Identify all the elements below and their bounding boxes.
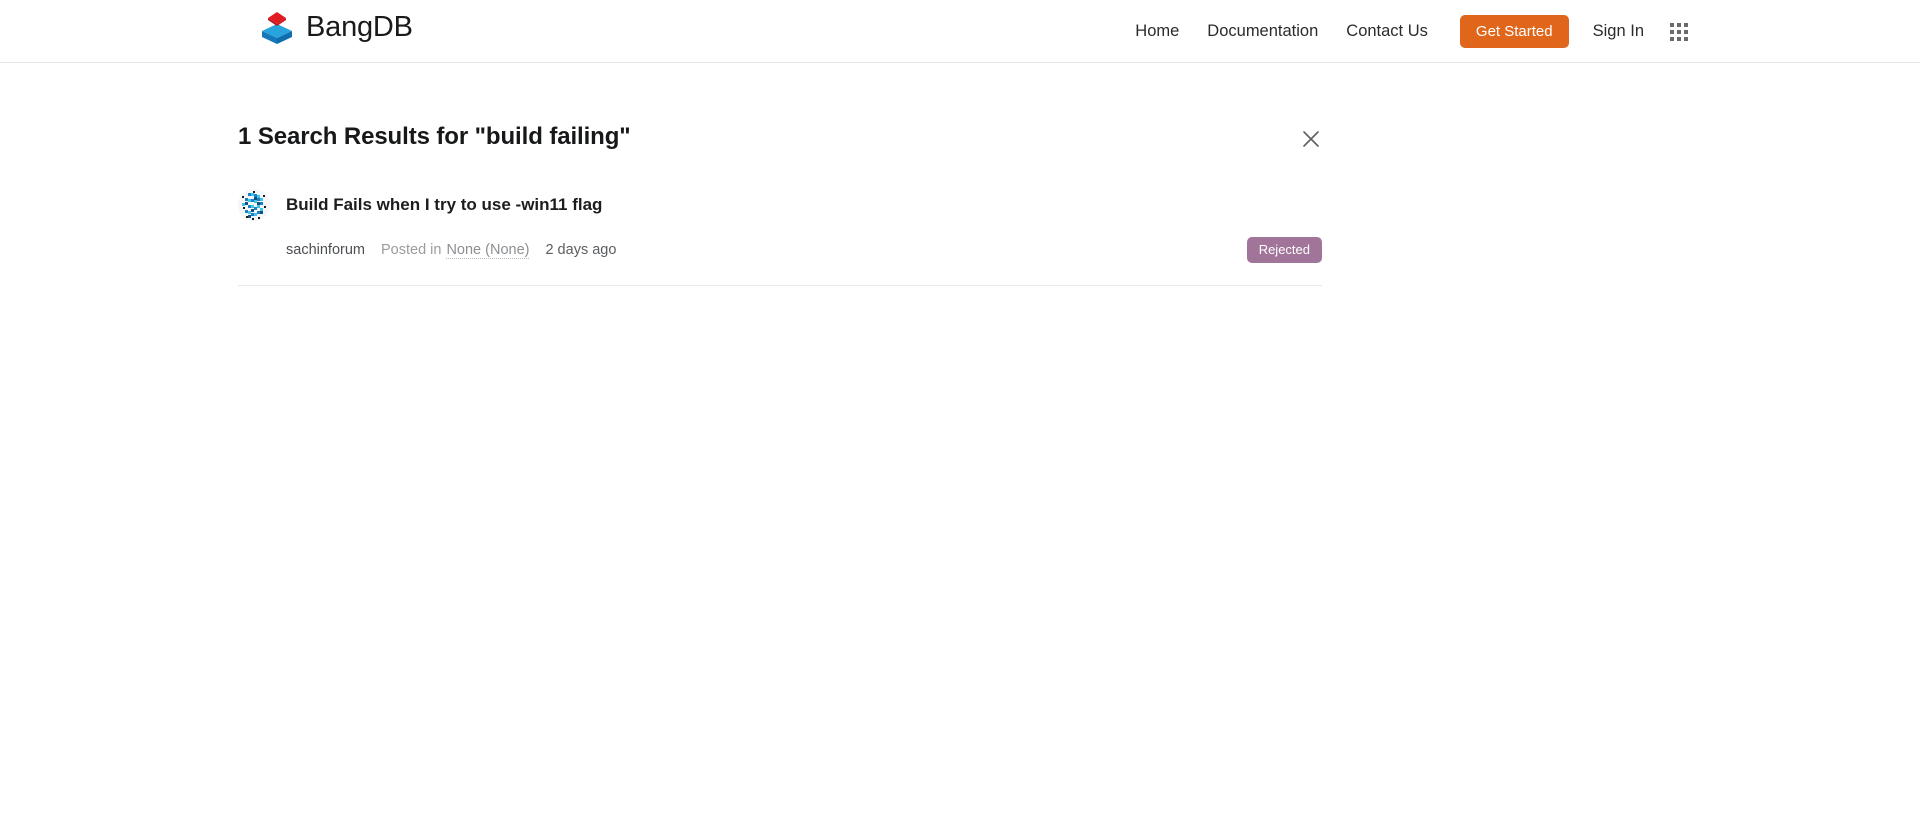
posted-in-label: Posted in bbox=[380, 242, 442, 258]
page-title: 1 Search Results for "build failing" bbox=[238, 123, 631, 150]
result-author[interactable]: sachinforum bbox=[286, 242, 365, 258]
sign-in-link[interactable]: Sign In bbox=[1581, 22, 1656, 41]
nav-link-documentation[interactable]: Documentation bbox=[1193, 23, 1332, 40]
apps-grid-dot bbox=[1670, 22, 1674, 27]
result-timestamp: 2 days ago bbox=[545, 242, 617, 258]
user-identicon-avatar bbox=[238, 189, 270, 221]
search-results-header: 1 Search Results for "build failing" bbox=[238, 122, 1322, 152]
brand-name: BangDB bbox=[306, 10, 413, 43]
search-results-page: 1 Search Results for "build failing" Bui… bbox=[0, 63, 1920, 286]
search-results-container: 1 Search Results for "build failing" Bui… bbox=[238, 122, 1322, 286]
apps-grid-dot bbox=[1670, 29, 1674, 34]
result-category-link[interactable]: None (None) bbox=[446, 242, 530, 259]
bangdb-cube-logo-icon bbox=[258, 8, 296, 46]
nav-link-contact-us[interactable]: Contact Us bbox=[1332, 23, 1442, 40]
apps-grid-dot bbox=[1684, 22, 1688, 27]
close-search-button[interactable] bbox=[1298, 126, 1324, 152]
apps-grid-dot bbox=[1684, 36, 1688, 41]
get-started-button[interactable]: Get Started bbox=[1459, 15, 1569, 48]
search-result-title[interactable]: Build Fails when I try to use -win11 fla… bbox=[286, 194, 602, 216]
apps-grid-dot bbox=[1670, 36, 1674, 41]
apps-grid-icon[interactable] bbox=[1670, 22, 1688, 41]
site-header: BangDB Home Documentation Contact Us Get… bbox=[0, 0, 1920, 63]
status-badge: Rejected bbox=[1246, 237, 1322, 263]
search-result-row[interactable]: Build Fails when I try to use -win11 fla… bbox=[238, 189, 1322, 286]
search-result-main: Build Fails when I try to use -win11 fla… bbox=[238, 189, 1322, 221]
close-icon bbox=[1302, 130, 1320, 148]
apps-grid-dot bbox=[1684, 29, 1688, 34]
search-result-meta: sachinforum Posted in None (None) 2 days… bbox=[238, 237, 1322, 263]
apps-grid-dot bbox=[1677, 22, 1681, 27]
brand-logo-link[interactable]: BangDB bbox=[258, 8, 413, 46]
apps-grid-dot bbox=[1677, 36, 1681, 41]
nav-link-home[interactable]: Home bbox=[1121, 23, 1193, 40]
apps-grid-dot bbox=[1677, 29, 1681, 34]
main-nav: Home Documentation Contact Us Get Starte… bbox=[1121, 0, 1920, 63]
